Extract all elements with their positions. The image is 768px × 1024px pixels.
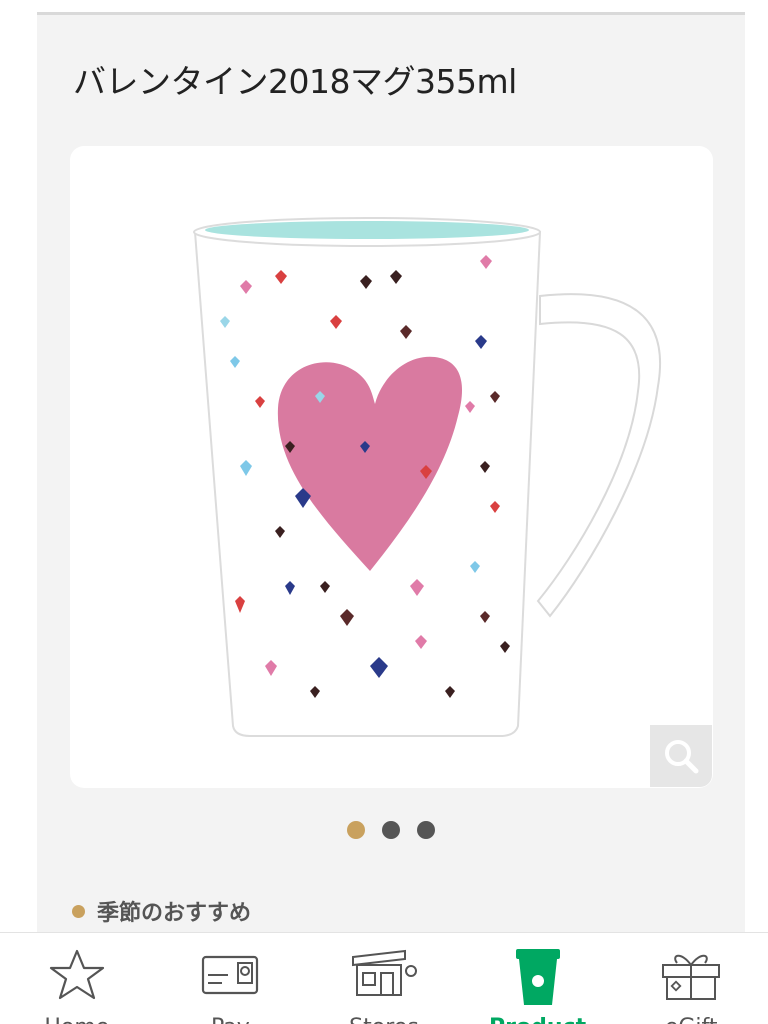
tab-egift[interactable]: eGift — [621, 933, 761, 1024]
zoom-button[interactable] — [650, 725, 712, 787]
mug-image — [193, 217, 662, 737]
tab-label: Product — [468, 1015, 608, 1024]
product-title: バレンタイン2018マグ355ml — [73, 62, 517, 101]
store-icon — [351, 949, 417, 996]
tab-label: Home — [7, 1015, 147, 1024]
section-label: 季節のおすすめ — [97, 901, 252, 926]
tab-product[interactable]: Product — [468, 933, 608, 1024]
section-bullet — [72, 904, 85, 918]
star-icon — [49, 949, 104, 1000]
carousel-indicator — [37, 821, 745, 841]
magnifier-icon — [665, 740, 699, 774]
section-heading: 季節のおすすめ — [72, 895, 251, 927]
tab-label: eGift — [621, 1015, 761, 1024]
tab-home[interactable]: Home — [7, 933, 147, 1024]
gift-icon — [662, 954, 721, 1000]
carousel-dot[interactable] — [347, 821, 365, 839]
carousel-dot[interactable] — [417, 821, 435, 839]
tab-label: Pay — [160, 1015, 300, 1024]
cup-icon — [515, 949, 560, 1005]
tab-label: Stores — [314, 1015, 454, 1024]
carousel-dot[interactable] — [382, 821, 400, 839]
tab-pay[interactable]: Pay — [160, 933, 300, 1024]
top-status-strip — [0, 0, 768, 15]
product-card: バレンタイン2018マグ355ml 季節のおすすめ — [37, 15, 745, 932]
card-icon — [202, 955, 259, 995]
bottom-tab-bar: Home Pay Stores Product — [0, 932, 768, 1024]
tab-stores[interactable]: Stores — [314, 933, 454, 1024]
product-image-frame[interactable] — [70, 146, 713, 788]
